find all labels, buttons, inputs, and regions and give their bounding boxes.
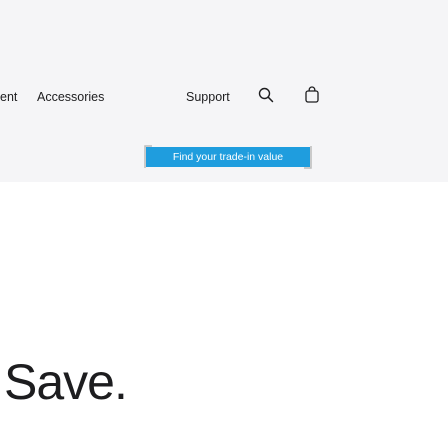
nav-item-support[interactable]: Support <box>186 90 230 104</box>
nav-item-entertainment[interactable]: ent <box>0 90 17 104</box>
nav-item-accessories[interactable]: Accessories <box>37 90 104 104</box>
shopping-bag-icon[interactable] <box>305 86 319 103</box>
search-icon[interactable] <box>258 87 274 103</box>
trade-in-button[interactable]: Find your trade-in value <box>146 147 310 167</box>
global-nav: ent Accessories Support Find your trade-… <box>0 0 448 182</box>
trade-in-banner: Find your trade-in value <box>144 145 312 169</box>
hero-headline: Save. <box>4 354 128 410</box>
